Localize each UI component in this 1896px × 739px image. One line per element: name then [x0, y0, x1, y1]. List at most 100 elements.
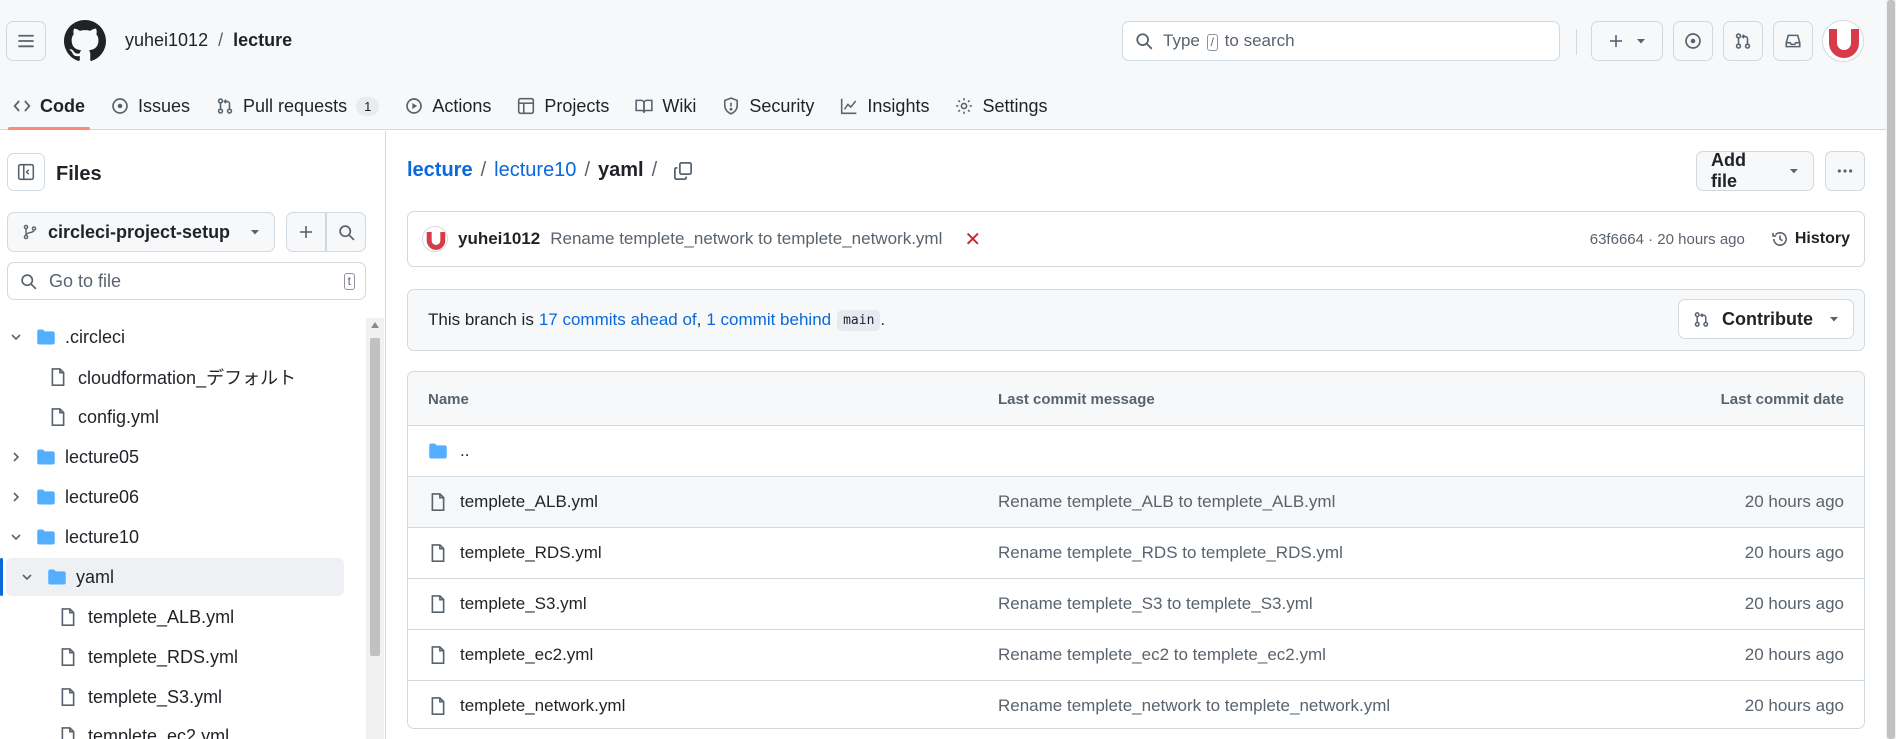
commit-sha-time[interactable]: 63f6664 · 20 hours ago: [1590, 231, 1745, 248]
go-to-file-input[interactable]: Go to file t: [7, 262, 366, 300]
commit-message-link[interactable]: Rename templete_network to templete_netw…: [550, 229, 942, 249]
commit-message-link[interactable]: Rename templete_network to templete_netw…: [998, 681, 1390, 728]
tree-folder-circleci[interactable]: .circleci: [8, 318, 358, 356]
tree-folder-lecture10[interactable]: lecture10: [8, 518, 139, 556]
tab-code[interactable]: Code: [0, 82, 98, 130]
tab-wiki[interactable]: Wiki: [622, 82, 709, 130]
table-row[interactable]: templete_network.yml Rename templete_net…: [408, 681, 1864, 728]
table-row[interactable]: templete_S3.yml Rename templete_S3 to te…: [408, 579, 1864, 630]
tree-file-alb[interactable]: templete_ALB.yml: [58, 598, 234, 636]
collapse-sidebar-button[interactable]: [7, 153, 45, 191]
file-name-link[interactable]: templete_RDS.yml: [460, 543, 602, 563]
file-name-link[interactable]: templete_ALB.yml: [460, 492, 598, 512]
repo-navigation: Code Issues Pull requests 1 Actions Proj…: [0, 82, 1061, 130]
file-icon: [61, 608, 75, 626]
file-icon: [61, 727, 75, 739]
parent-directory-link[interactable]: ..: [460, 441, 469, 461]
user-avatar[interactable]: [1822, 20, 1864, 62]
inbox-icon: [1785, 34, 1801, 48]
commit-author-avatar[interactable]: [422, 226, 448, 252]
file-name-link[interactable]: templete_S3.yml: [460, 594, 587, 614]
table-header: Name Last commit message Last commit dat…: [408, 372, 1864, 426]
commit-message-link[interactable]: Rename templete_ALB to templete_ALB.yml: [998, 477, 1335, 527]
commit-message-link[interactable]: Rename templete_S3 to templete_S3.yml: [998, 579, 1313, 629]
tab-insights-label: Insights: [867, 95, 930, 116]
go-to-file-placeholder: Go to file: [49, 270, 122, 291]
search-files-button[interactable]: [326, 212, 366, 252]
file-icon: [51, 368, 65, 386]
commit-date: 20 hours ago: [1744, 696, 1844, 715]
tab-issues[interactable]: Issues: [98, 82, 203, 130]
parent-directory-row[interactable]: ..: [408, 426, 1864, 477]
file-icon: [61, 648, 75, 666]
git-pull-request-icon: [1735, 33, 1751, 49]
tree-file-s3[interactable]: templete_S3.yml: [58, 678, 222, 716]
table-row-name: templete_ec2.yml: [428, 630, 593, 680]
copy-icon[interactable]: [673, 161, 693, 181]
more-options-button[interactable]: [1825, 151, 1865, 191]
pull-requests-shortcut-button[interactable]: [1723, 21, 1763, 61]
play-icon: [406, 98, 423, 114]
tab-settings[interactable]: Settings: [942, 82, 1060, 130]
github-logo-icon[interactable]: [64, 20, 106, 62]
scroll-up-arrow-icon[interactable]: [371, 322, 379, 328]
history-button[interactable]: History: [1771, 230, 1850, 248]
file-name-link[interactable]: templete_network.yml: [460, 696, 625, 716]
tree-folder-yaml[interactable]: yaml: [0, 558, 344, 596]
add-file-sidebar-button[interactable]: [286, 212, 326, 252]
commit-author-link[interactable]: yuhei1012: [458, 229, 540, 249]
tree-folder-lecture05[interactable]: lecture05: [8, 438, 139, 476]
breadcrumb-repo-link[interactable]: lecture: [407, 159, 473, 182]
search-suffix: to search: [1224, 31, 1295, 50]
file-name-link[interactable]: templete_ec2.yml: [460, 645, 593, 665]
branch-selector[interactable]: circleci-project-setup: [7, 212, 275, 252]
tree-scrollbar[interactable]: [366, 318, 384, 739]
menu-button[interactable]: [6, 21, 46, 61]
header-divider: [1576, 29, 1577, 55]
file-icon: [431, 544, 445, 562]
tree-file-rds[interactable]: templete_RDS.yml: [58, 638, 238, 676]
tab-security[interactable]: Security: [709, 82, 827, 130]
breadcrumb-folder-link[interactable]: lecture10: [494, 159, 576, 182]
commit-message-link[interactable]: Rename templete_RDS to templete_RDS.yml: [998, 528, 1343, 578]
folder-open-icon: [37, 529, 55, 545]
tab-actions[interactable]: Actions: [392, 82, 504, 130]
tree-label: lecture05: [65, 446, 140, 467]
tab-pull-requests[interactable]: Pull requests 1: [203, 82, 392, 130]
tree-file-config[interactable]: config.yml: [48, 398, 159, 436]
global-search-input[interactable]: Type / to search: [1122, 21, 1560, 61]
commits-ahead-link[interactable]: 17 commits ahead of: [539, 310, 697, 330]
folder-icon: [37, 489, 55, 505]
tree-file-ec2[interactable]: templete_ec2.yml: [58, 718, 229, 739]
commits-behind-link[interactable]: 1 commit behind: [706, 310, 831, 330]
owner-link[interactable]: yuhei1012: [125, 30, 208, 51]
add-file-button[interactable]: Add file: [1696, 150, 1814, 191]
tree-folder-lecture06[interactable]: lecture06: [8, 478, 139, 516]
book-icon: [635, 99, 654, 113]
commit-message-link[interactable]: Rename templete_ec2 to templete_ec2.yml: [998, 630, 1326, 680]
tab-projects[interactable]: Projects: [504, 82, 622, 130]
table-row[interactable]: templete_RDS.yml Rename templete_RDS to …: [408, 528, 1864, 579]
shield-icon: [724, 97, 739, 115]
branch-status-suffix: .: [880, 310, 886, 329]
tab-actions-label: Actions: [432, 95, 492, 116]
create-new-button[interactable]: [1591, 21, 1663, 61]
repo-link[interactable]: lecture: [233, 30, 292, 51]
breadcrumb-current: yaml: [598, 159, 644, 181]
contribute-label: Contribute: [1722, 308, 1813, 329]
check-failed-icon[interactable]: ✕: [964, 227, 981, 252]
table-row[interactable]: templete_ec2.yml Rename templete_ec2 to …: [408, 630, 1864, 681]
issues-shortcut-button[interactable]: [1673, 21, 1713, 61]
tree-label: config.yml: [78, 406, 160, 427]
history-label: History: [1794, 230, 1850, 247]
search-prefix: Type: [1163, 31, 1200, 50]
contribute-button[interactable]: Contribute: [1678, 299, 1854, 339]
scrollbar-thumb[interactable]: [370, 338, 380, 656]
page-scrollbar-thumb[interactable]: [1887, 0, 1895, 739]
inbox-button[interactable]: [1773, 21, 1813, 61]
page-scrollbar[interactable]: [1886, 0, 1896, 739]
table-row[interactable]: templete_ALB.yml Rename templete_ALB to …: [408, 477, 1864, 528]
tree-file-cloudformation[interactable]: cloudformation_デフォルト: [48, 358, 296, 396]
tab-insights[interactable]: Insights: [827, 82, 942, 130]
column-header-message: Last commit message: [998, 391, 1155, 408]
